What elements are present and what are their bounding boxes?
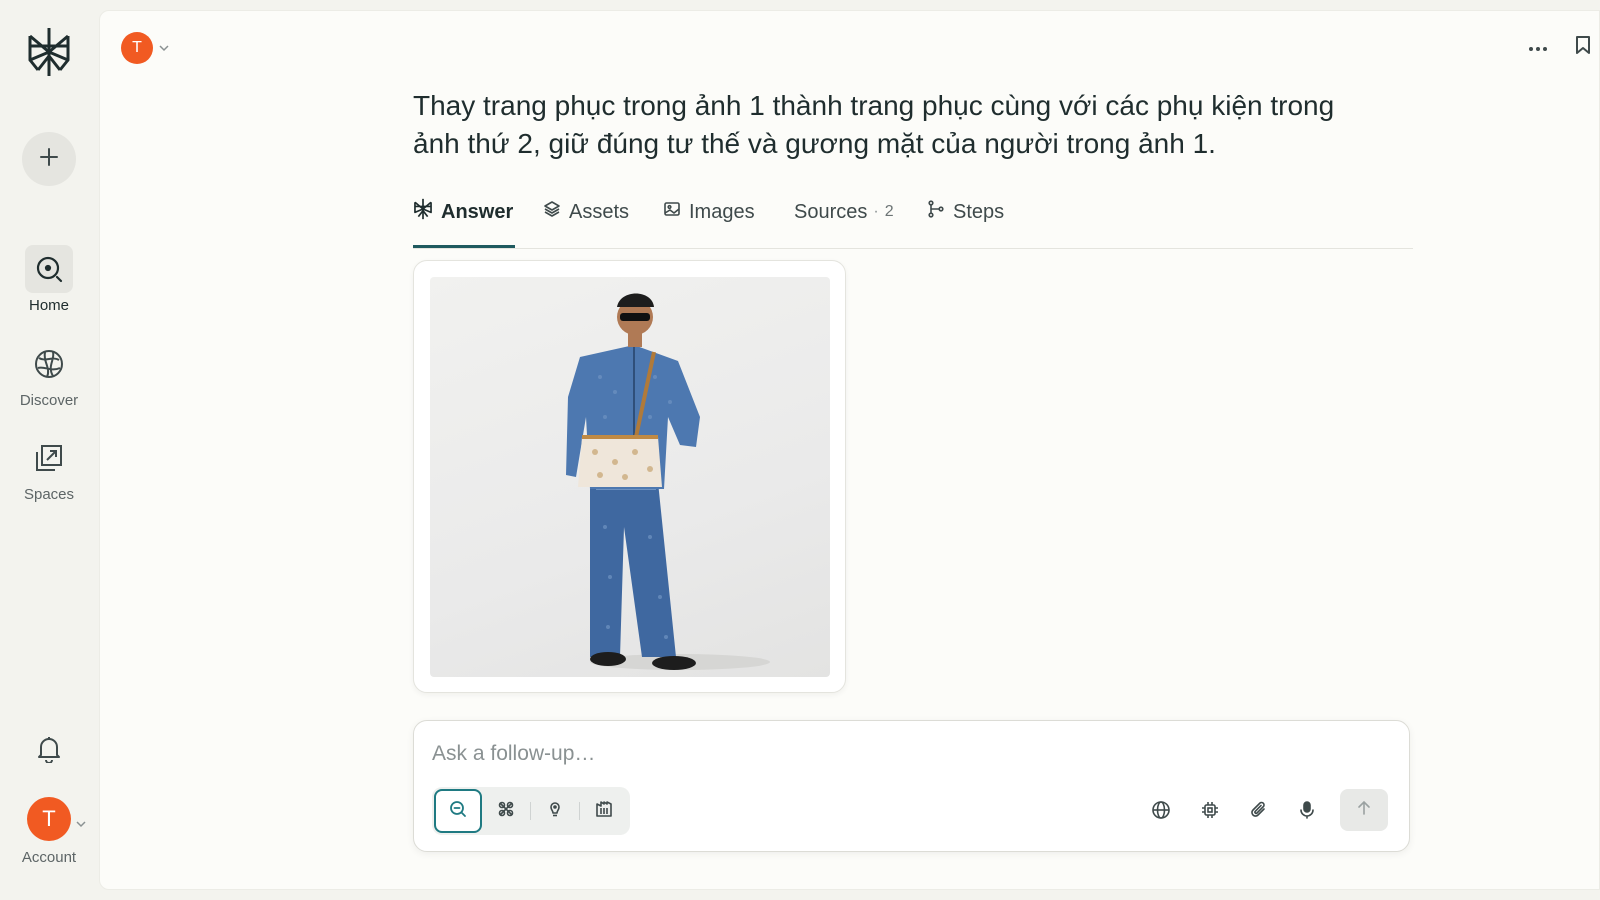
search-mode-button[interactable] [434,789,482,833]
generated-image [430,277,830,677]
arrow-up-icon [1356,800,1372,821]
tab-label: Answer [441,200,514,223]
research-mode-button[interactable] [482,789,530,833]
labs-icon [594,799,614,824]
tab-label: Images [689,200,755,223]
new-thread-button[interactable] [22,132,76,186]
bell-icon [36,735,62,768]
search-icon [448,799,468,824]
attach-button[interactable] [1244,797,1274,827]
home-search-icon [25,245,73,293]
model-select-button[interactable] [1195,797,1225,827]
notifications-button[interactable] [34,736,64,766]
result-image-card[interactable] [413,260,846,693]
send-button[interactable] [1340,789,1388,831]
tab-answer[interactable]: Answer [413,187,513,249]
sidebar-item-label: Discover [19,392,79,409]
tab-label: Assets [569,200,630,223]
more-options-button[interactable] [1524,38,1552,58]
mode-selector [432,787,630,835]
avatar: T [121,32,153,64]
bookmark-button[interactable] [1571,35,1595,59]
tab-label: Steps [953,200,1005,223]
chevron-down-icon [159,39,169,57]
plus-icon [38,146,60,173]
result-tabs: Answer Assets Images Sources · 2 Steps [413,187,1413,249]
lightbulb-icon [545,799,565,824]
sidebar-item-label: Spaces [23,486,75,503]
user-menu[interactable]: T [121,32,169,64]
account-label: Account [21,849,77,866]
follow-up-input[interactable] [432,739,1132,769]
separator-dot: · [873,203,879,220]
main-panel: T Thay trang phục trong ảnh 1 thành tran… [99,10,1600,890]
sources-count: 2 [884,203,894,220]
perplexity-icon [413,198,433,226]
active-tab-indicator [413,245,515,248]
globe-icon [1151,800,1171,825]
reasoning-mode-button[interactable] [531,789,579,833]
paperclip-icon [1249,800,1269,825]
layers-icon [543,200,561,224]
sidebar-item-label: Home [28,297,69,314]
globe-icon [25,340,73,388]
tab-sources[interactable]: Sources · 2 [794,187,894,249]
query-title: Thay trang phục trong ảnh 1 thành trang … [413,90,1335,159]
steps-icon [927,200,945,224]
sidebar-item-home[interactable]: Home [0,245,98,314]
tab-assets[interactable]: Assets [543,187,629,249]
follow-up-composer [413,720,1410,852]
image-icon [663,200,681,224]
bookmark-icon [1575,35,1591,60]
chevron-down-icon [76,815,86,833]
tab-label: Sources [794,200,868,223]
ellipsis-icon [1528,39,1548,57]
labs-mode-button[interactable] [580,789,628,833]
tab-images[interactable]: Images [663,187,755,249]
perplexity-logo[interactable] [26,26,72,78]
voice-input-button[interactable] [1292,797,1322,827]
avatar: T [27,797,71,841]
web-sources-button[interactable] [1146,797,1176,827]
tab-steps[interactable]: Steps [927,187,1004,249]
sidebar: Home Discover Spaces T Account [0,0,98,900]
spaces-icon [25,434,73,482]
microphone-icon [1297,800,1317,825]
research-icon [496,799,516,824]
chip-icon [1200,800,1220,825]
sidebar-item-discover[interactable]: Discover [0,340,98,409]
account-button[interactable]: T Account [0,797,98,866]
sidebar-item-spaces[interactable]: Spaces [0,434,98,503]
